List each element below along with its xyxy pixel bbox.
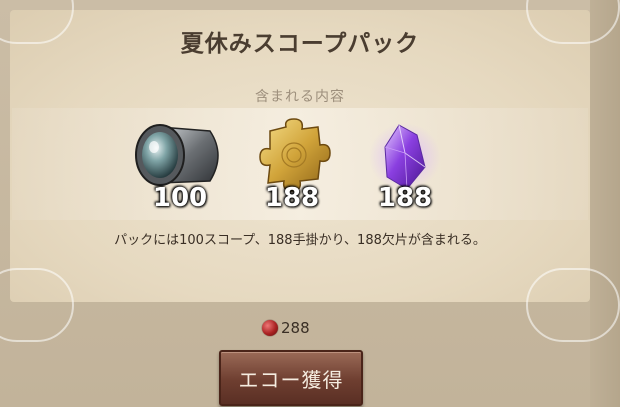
cost-value: 288 — [281, 319, 310, 337]
item-count: 188 — [264, 183, 320, 213]
dialog-edge — [590, 0, 620, 407]
item-shard: 188 — [355, 117, 455, 217]
pack-cost: 288 — [262, 318, 310, 338]
item-scope: 100 — [130, 117, 230, 217]
scope-icon — [135, 124, 219, 186]
item-clue: 188 — [242, 117, 342, 217]
item-count: 188 — [377, 183, 433, 213]
pack-description: パックには100スコープ、188手掛かり、188欠片が含まれる。 — [114, 233, 486, 248]
pack-title: 夏休みスコープパック — [180, 31, 420, 57]
get-echo-button[interactable]: エコー獲得 — [219, 350, 363, 406]
echo-gem-icon — [262, 320, 278, 336]
item-count: 100 — [152, 183, 208, 213]
contents-label: 含まれる内容 — [255, 89, 345, 105]
